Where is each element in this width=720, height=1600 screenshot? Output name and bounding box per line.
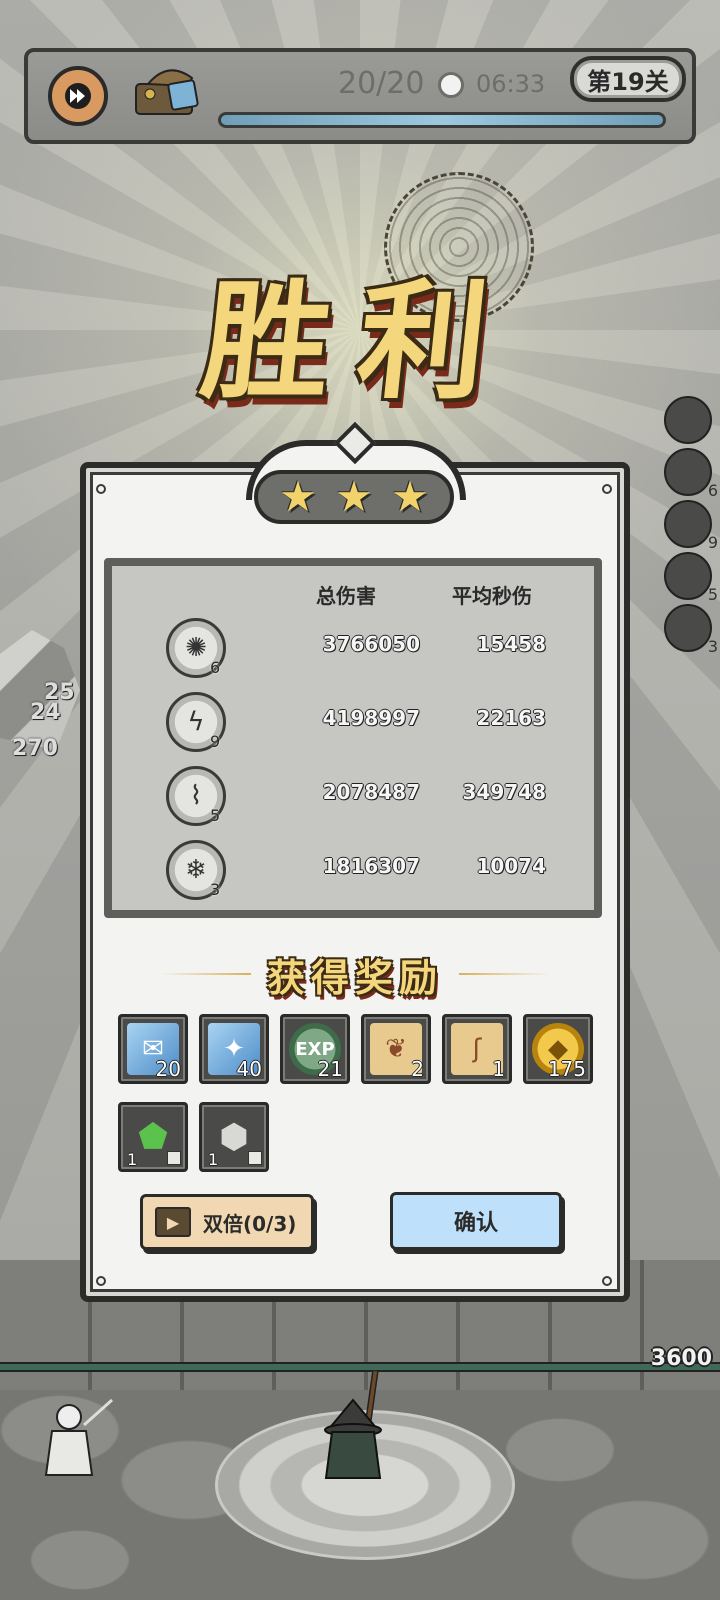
item-type-badge bbox=[248, 1151, 262, 1165]
reward-item[interactable]: ✦ 40 bbox=[199, 1014, 269, 1084]
item-type-badge bbox=[167, 1151, 181, 1165]
reward-item[interactable]: EXP 21 bbox=[280, 1014, 350, 1084]
side-hero[interactable]: 9 bbox=[664, 500, 718, 552]
panel-rivet bbox=[602, 484, 612, 494]
top-hud: 20/20 06:33 第19关 bbox=[24, 48, 696, 144]
divider bbox=[459, 973, 551, 975]
table-row: ϟ 9 4198997 22163 bbox=[112, 690, 594, 760]
reward-item[interactable]: ✉ 20 bbox=[118, 1014, 188, 1084]
rewards-title: 获得奖励 bbox=[267, 954, 444, 1000]
avg-dps-value: 349748 bbox=[462, 780, 547, 804]
reward-count: 1 bbox=[127, 1150, 138, 1169]
star-icon: ★ bbox=[279, 472, 317, 521]
total-damage-value: 3766050 bbox=[322, 632, 420, 656]
side-hero[interactable]: 6 bbox=[664, 448, 718, 500]
confirm-button[interactable]: 确认 bbox=[390, 1192, 562, 1250]
reward-count: 40 bbox=[236, 1057, 262, 1081]
wave-progress-bar bbox=[218, 112, 666, 128]
avg-dps-value: 15458 bbox=[476, 632, 546, 656]
star-rating: ★ ★ ★ bbox=[254, 470, 454, 524]
reward-item[interactable]: ❦ 2 bbox=[361, 1014, 431, 1084]
avg-dps-value: 22163 bbox=[476, 706, 546, 730]
victory-title: 胜利 bbox=[194, 267, 523, 417]
level-badge: 第19关 bbox=[570, 56, 686, 102]
side-hero-list: 6 9 5 3 bbox=[664, 396, 720, 656]
panel-rivet bbox=[602, 1276, 612, 1286]
reward-item[interactable]: ⬢ 1 bbox=[199, 1102, 269, 1172]
avg-dps-value: 10074 bbox=[476, 854, 546, 878]
wave-counter: 20/20 bbox=[338, 66, 425, 101]
avg-dps-header: 平均秒伤 bbox=[452, 584, 532, 608]
total-damage-value: 1816307 bbox=[322, 854, 420, 878]
divider bbox=[160, 973, 251, 975]
side-hero[interactable]: 5 bbox=[664, 552, 718, 604]
rewards-header: 获得奖励 bbox=[160, 946, 551, 1002]
hero-level: 6 bbox=[210, 658, 221, 677]
panel-rivet bbox=[96, 484, 106, 494]
reward-item[interactable]: ʃ 1 bbox=[442, 1014, 512, 1084]
reward-count: 21 bbox=[317, 1057, 343, 1081]
battle-timer: 06:33 bbox=[476, 70, 546, 98]
hero-level: 5 bbox=[210, 806, 221, 825]
panel-rivet bbox=[96, 1276, 106, 1286]
base-hp-value: 3600 bbox=[650, 1346, 712, 1371]
star-icon: ★ bbox=[391, 472, 429, 521]
reward-grid: ✉ 20 ✦ 40 EXP 21 ❦ 2 ʃ 1 ◆ 175 ⬟ 1 ⬢ 1 bbox=[118, 1014, 598, 1172]
double-reward-button[interactable]: ▶ 双倍(0/3) bbox=[140, 1194, 314, 1250]
side-hero[interactable] bbox=[664, 396, 712, 444]
side-hero[interactable]: 3 bbox=[664, 604, 718, 656]
reward-count: 1 bbox=[492, 1057, 505, 1081]
clock-icon bbox=[438, 72, 464, 98]
reward-item[interactable]: ⬟ 1 bbox=[118, 1102, 188, 1172]
floating-damage: 270 bbox=[12, 736, 58, 761]
table-row: ✺ 6 3766050 15458 bbox=[112, 616, 594, 686]
total-damage-value: 4198997 bbox=[322, 706, 420, 730]
hero-level: 9 bbox=[210, 732, 221, 751]
hero-level: 3 bbox=[210, 880, 221, 899]
reward-count: 20 bbox=[155, 1057, 181, 1081]
knight-ally-character bbox=[44, 1398, 113, 1476]
treasure-chest-icon[interactable] bbox=[128, 60, 208, 120]
double-reward-label: 双倍(0/3) bbox=[203, 1211, 297, 1236]
total-damage-header: 总伤害 bbox=[316, 584, 376, 608]
video-ad-icon: ▶ bbox=[155, 1207, 191, 1237]
star-icon: ★ bbox=[335, 472, 373, 521]
reward-item[interactable]: ◆ 175 bbox=[523, 1014, 593, 1084]
table-row: ❄ 3 1816307 10074 bbox=[112, 838, 594, 908]
table-row: ⌇ 5 2078487 349748 bbox=[112, 764, 594, 834]
floating-damage: 24 bbox=[30, 700, 61, 725]
reward-count: 175 bbox=[547, 1057, 586, 1081]
speed-button[interactable] bbox=[48, 66, 108, 126]
damage-stats-table: 总伤害 平均秒伤 ✺ 6 3766050 15458 ϟ 9 4198997 2… bbox=[104, 558, 602, 918]
total-damage-value: 2078487 bbox=[322, 780, 420, 804]
reward-count: 2 bbox=[411, 1057, 424, 1081]
fast-forward-icon bbox=[65, 83, 91, 109]
reward-count: 1 bbox=[208, 1150, 219, 1169]
wizard-character bbox=[324, 1370, 382, 1479]
